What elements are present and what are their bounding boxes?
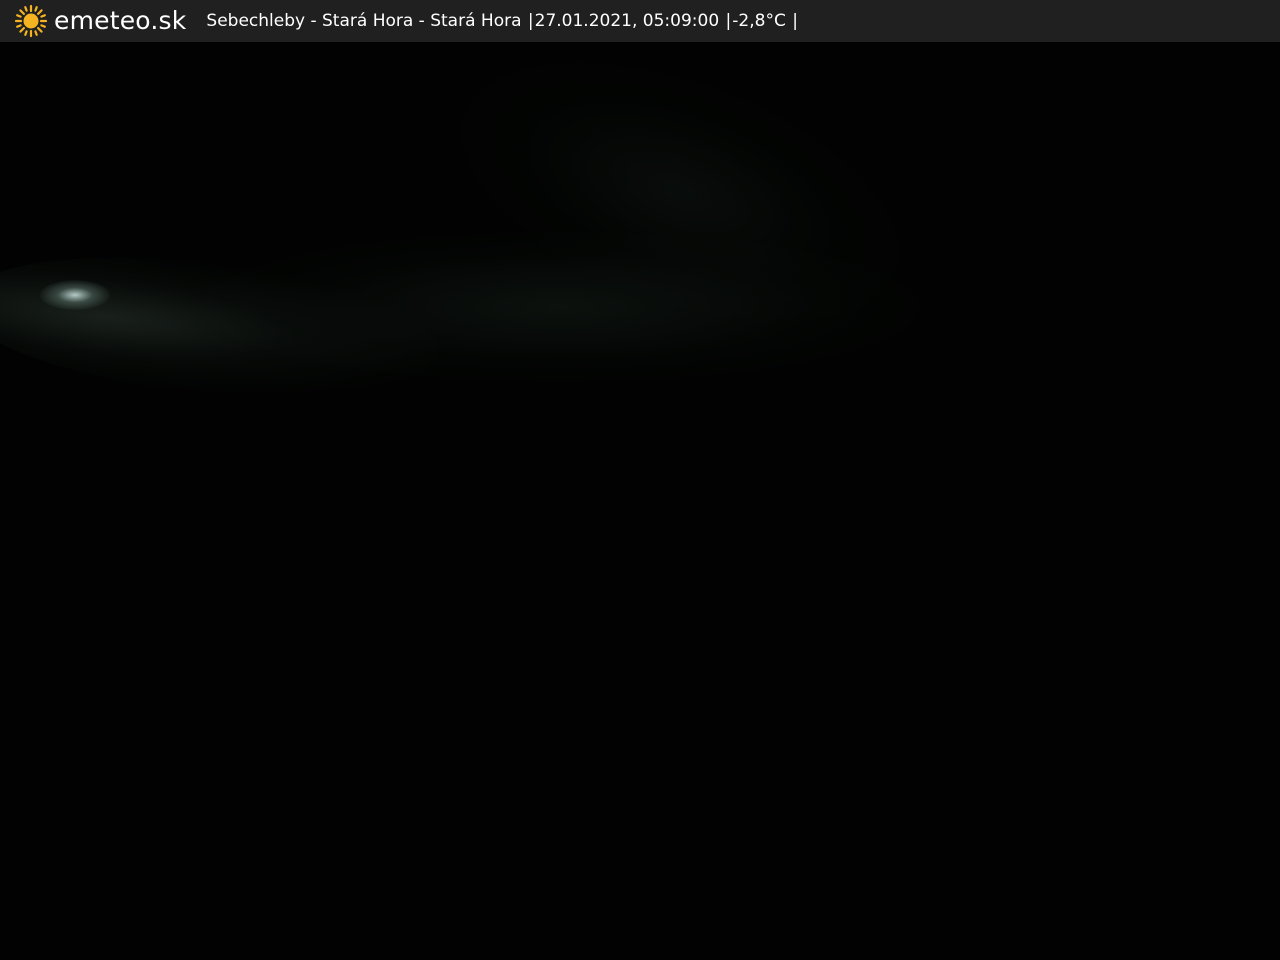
- top-bar: emeteo.sk Sebechleby - Stará Hora - Star…: [0, 0, 1280, 42]
- light-source: [40, 280, 110, 310]
- sun-icon: [14, 4, 48, 38]
- timestamp: 27.01.2021, 05:09:00: [534, 11, 720, 31]
- location-name: Sebechleby - Stará Hora - Stará Hora: [206, 11, 522, 31]
- separator: |: [792, 11, 798, 31]
- separator: |: [527, 11, 534, 31]
- webcam-caption: Sebechleby - Stará Hora - Stará Hora |27…: [206, 0, 799, 42]
- temperature: -2,8°C: [732, 11, 786, 31]
- brand-name: emeteo.sk: [54, 6, 187, 35]
- logo[interactable]: emeteo.sk: [14, 0, 186, 42]
- webcam-image: [0, 42, 1280, 960]
